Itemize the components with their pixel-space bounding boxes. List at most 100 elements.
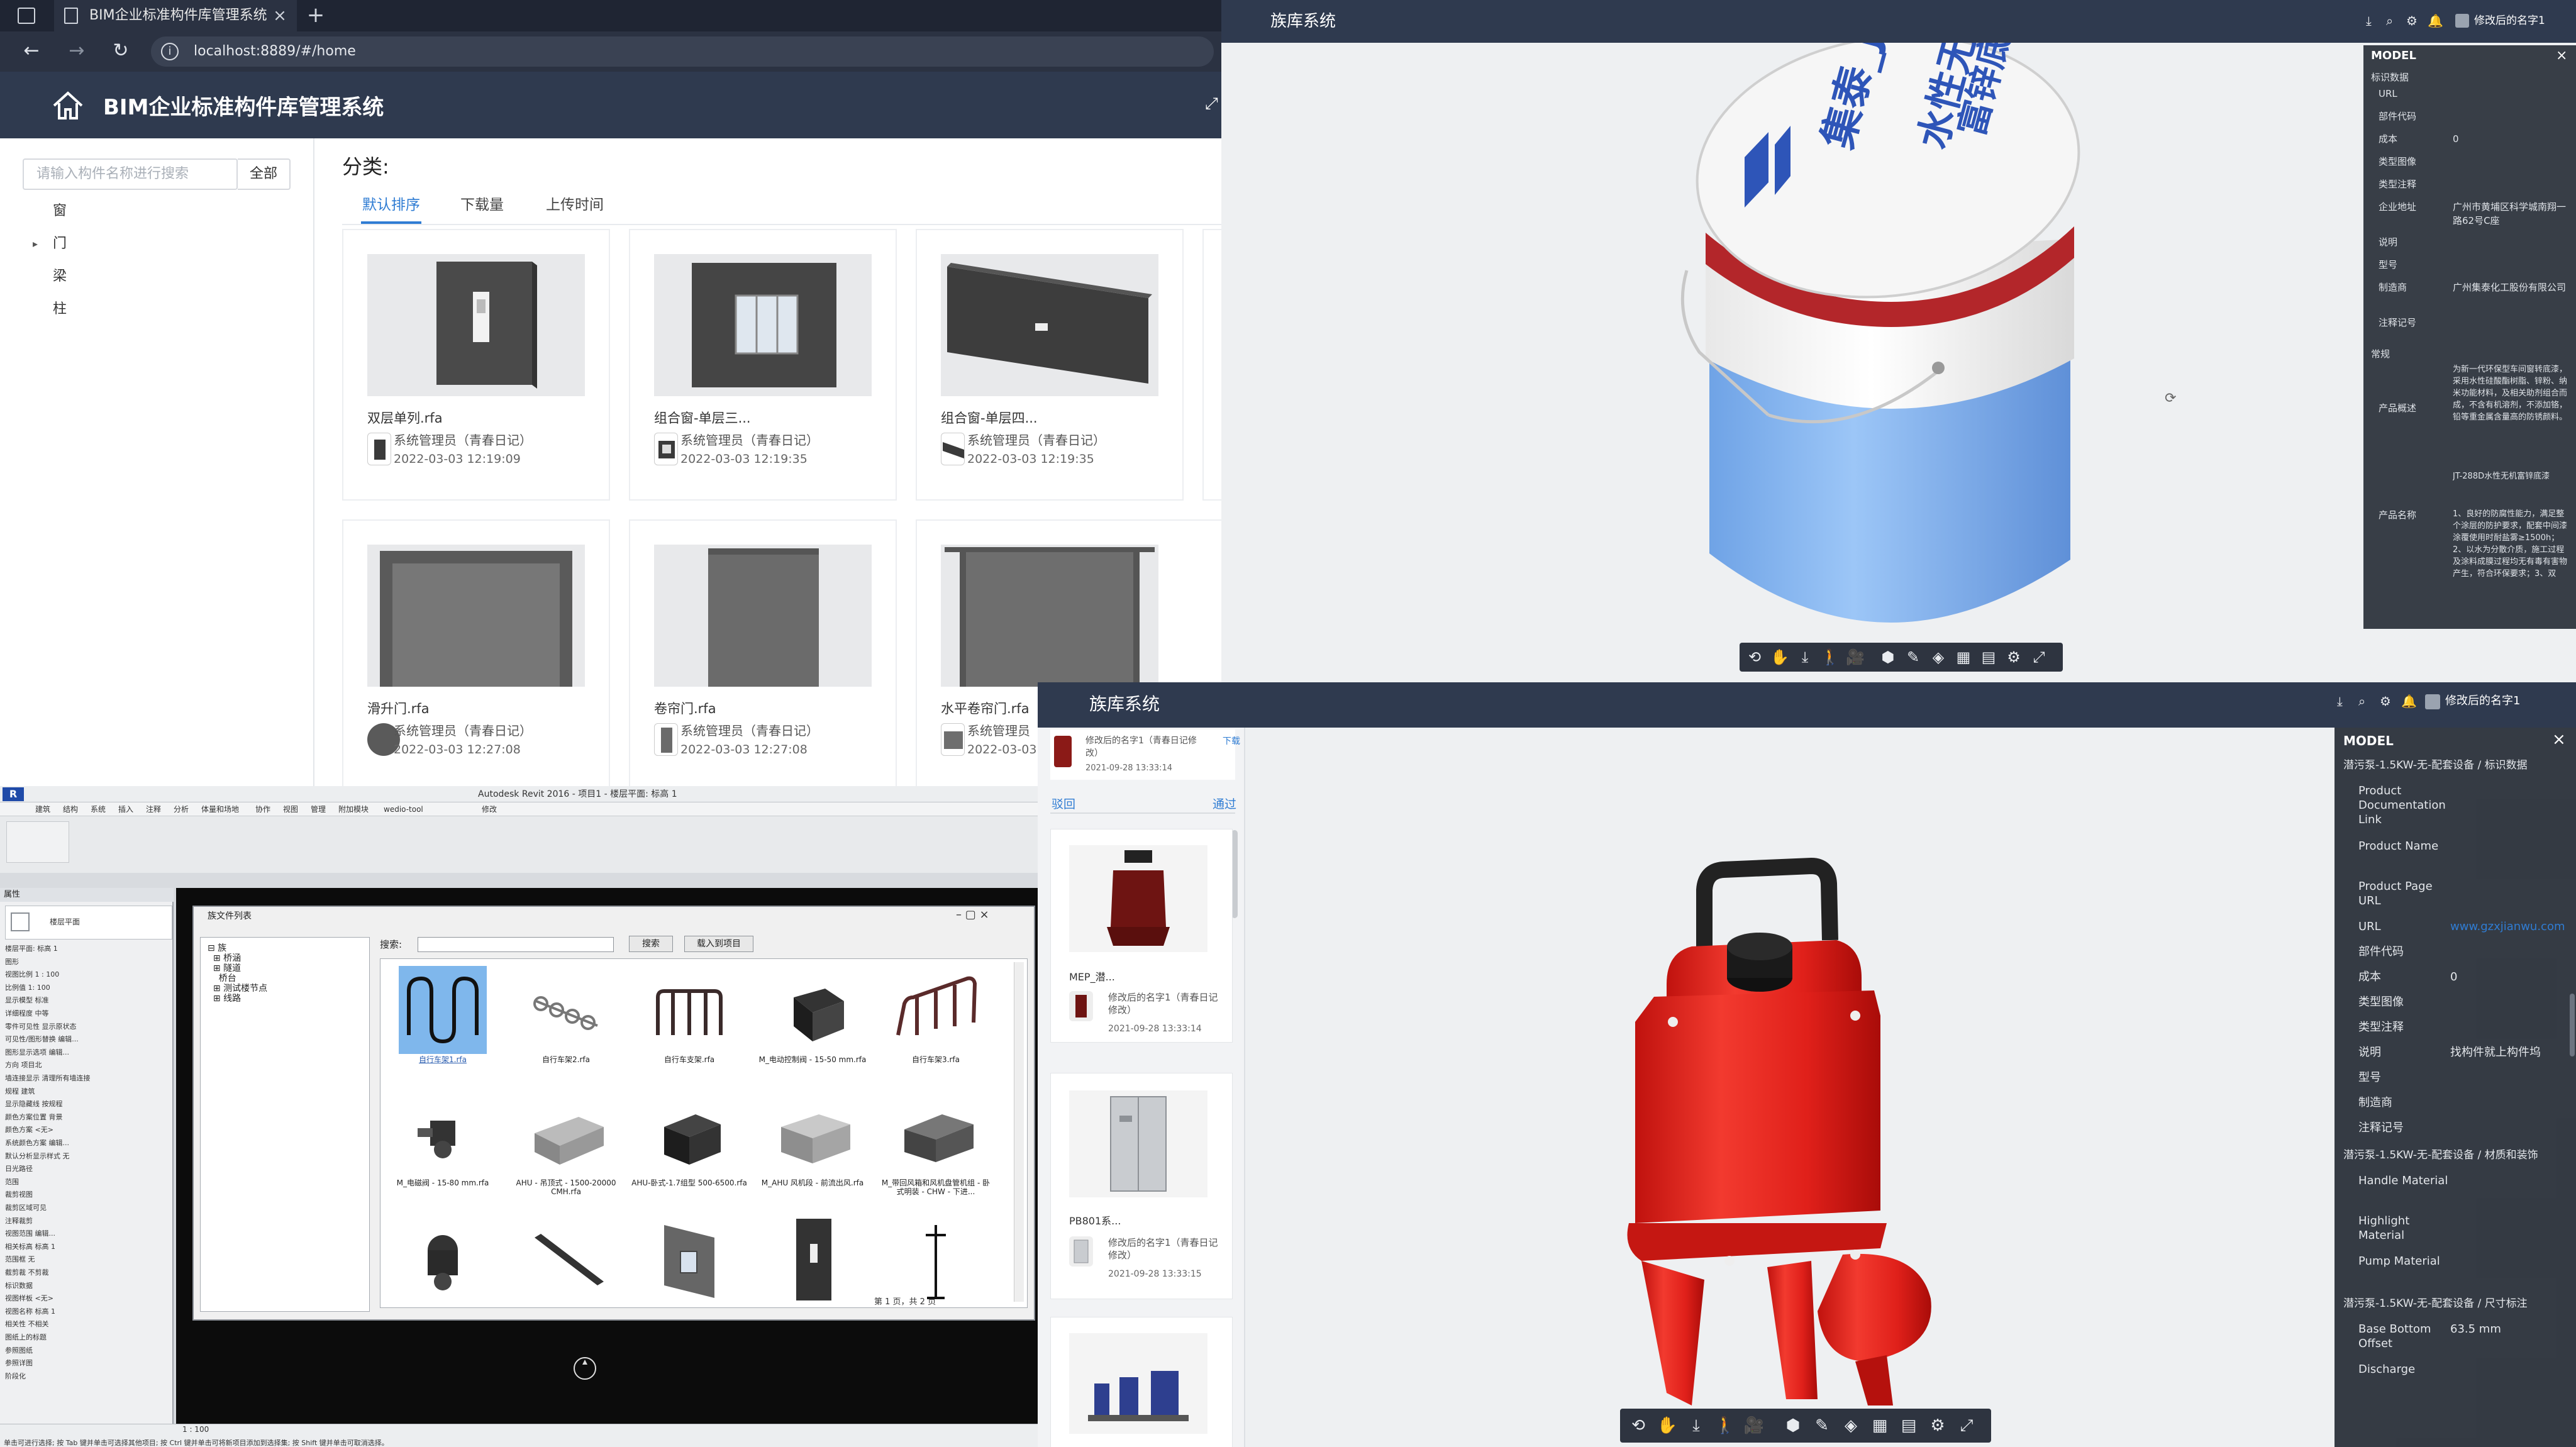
- property-row[interactable]: 系统颜色方案 编辑...: [5, 1138, 167, 1149]
- family-item[interactable]: AHU - 吊顶式 - 1500-20000 CMH.rfa: [508, 1085, 624, 1209]
- ribbon-tab[interactable]: wedio-tool: [384, 803, 423, 816]
- component-card[interactable]: 卷帘门.rfa 系统管理员（青春日记） 2022-03-03 12:27:08: [629, 519, 897, 791]
- camera-icon[interactable]: 🎥: [1741, 1411, 1767, 1440]
- download-icon[interactable]: ⤓: [2366, 11, 2372, 30]
- grid-scrollbar[interactable]: [1014, 962, 1024, 1302]
- expand-caret-icon[interactable]: ▸: [33, 238, 38, 250]
- tree-node[interactable]: 桥台: [208, 973, 236, 984]
- properties-icon[interactable]: ▤: [1896, 1411, 1922, 1440]
- download-link[interactable]: 下载: [1223, 735, 1240, 747]
- avatar[interactable]: [2425, 694, 2440, 709]
- bell-icon[interactable]: 🔔: [2401, 692, 2417, 711]
- explode-icon[interactable]: ⬢: [1877, 644, 1899, 670]
- property-row[interactable]: 截剪裁 不剪裁: [5, 1267, 167, 1278]
- family-item[interactable]: M_电动控制阀 - 15-50 mm.rfa: [755, 962, 870, 1085]
- ribbon-tab[interactable]: 视图: [283, 803, 298, 816]
- settings-icon[interactable]: ⚙: [1924, 1411, 1951, 1440]
- property-row[interactable]: 显示模型 标准: [5, 995, 167, 1006]
- ribbon-tab[interactable]: 分析: [174, 803, 189, 816]
- panel-scrollbar[interactable]: [2570, 994, 2575, 1056]
- property-row[interactable]: 参照详图: [5, 1358, 167, 1369]
- viewer-top-user[interactable]: 修改后的名字1: [2474, 11, 2545, 30]
- explode-icon[interactable]: ⬢: [1780, 1411, 1806, 1440]
- family-item[interactable]: 自行车架3.rfa: [878, 962, 994, 1085]
- orbit-icon[interactable]: ⟲: [1625, 1411, 1652, 1440]
- property-row[interactable]: 详细程度 中等: [5, 1008, 167, 1019]
- property-row[interactable]: 参照图纸: [5, 1345, 167, 1356]
- measure-icon[interactable]: ✎: [1902, 644, 1924, 670]
- property-row[interactable]: 裁剪区域可见: [5, 1202, 167, 1214]
- approve-link[interactable]: 通过: [1213, 795, 1236, 812]
- family-item[interactable]: 自行车架2.rfa: [508, 962, 624, 1085]
- property-row[interactable]: 可见性/图形替换 编辑...: [5, 1034, 167, 1045]
- browser-tab[interactable]: BIM企业标准构件库管理系统: [54, 0, 297, 31]
- ribbon-tab[interactable]: 插入: [118, 803, 133, 816]
- ribbon-tab[interactable]: 体量和场地: [201, 803, 239, 816]
- tree-item-column[interactable]: 柱: [53, 297, 67, 322]
- home-icon[interactable]: [50, 88, 86, 123]
- property-row[interactable]: 视图样板 <无>: [5, 1293, 167, 1304]
- ribbon-tab[interactable]: 附加模块: [338, 803, 369, 816]
- pan-icon[interactable]: ✋: [1654, 1411, 1680, 1440]
- ribbon-tab[interactable]: 管理: [311, 803, 326, 816]
- reload-icon[interactable]: ↻: [107, 35, 135, 67]
- dialog-search-input[interactable]: [418, 937, 614, 952]
- property-row[interactable]: 相关性 不相关: [5, 1319, 167, 1330]
- property-row[interactable]: 视图名称 标高 1: [5, 1306, 167, 1317]
- walk-icon[interactable]: 🚶: [1712, 1411, 1738, 1440]
- ribbon-tab[interactable]: 注释: [146, 803, 161, 816]
- ribbon-tool-button[interactable]: [6, 821, 69, 863]
- reject-link[interactable]: 驳回: [1052, 795, 1075, 812]
- tree-node[interactable]: ⊟ 族: [208, 943, 226, 953]
- ribbon-tab[interactable]: 建筑: [35, 803, 50, 816]
- tab-sort-downloads[interactable]: 下载量: [460, 191, 504, 219]
- tree-node[interactable]: ⊞ 线路: [208, 994, 241, 1004]
- tab-sort-default[interactable]: 默认排序: [362, 191, 420, 219]
- search-icon[interactable]: ⌕: [2358, 692, 2365, 711]
- tab-sort-upload-time[interactable]: 上传时间: [546, 191, 604, 219]
- property-row[interactable]: 方向 项目北: [5, 1060, 167, 1071]
- load-to-project-button[interactable]: 载入到项目: [684, 936, 753, 952]
- search-input[interactable]: 请输入构件名称进行搜索: [23, 158, 238, 190]
- section-header[interactable]: 标识数据: [2371, 70, 2409, 84]
- component-card[interactable]: 组合窗-单层四... 系统管理员（青春日记） 2022-03-03 12:19:…: [916, 229, 1184, 501]
- component-card[interactable]: 滑升门.rfa 系统管理员（青春日记） 2022-03-03 12:27:08: [342, 519, 610, 791]
- tree-node[interactable]: ⊞ 测试楼节点: [208, 984, 267, 994]
- settings-icon[interactable]: ⚙: [2380, 692, 2391, 711]
- property-row[interactable]: 墙连接显示 清理所有墙连接: [5, 1073, 167, 1084]
- component-card[interactable]: 双层单列.rfa 系统管理员（青春日记） 2022-03-03 12:19:09: [342, 229, 610, 501]
- property-row[interactable]: 图形显示选项 编辑...: [5, 1047, 167, 1058]
- property-row[interactable]: 视图比例 1 : 100: [5, 969, 167, 980]
- pan-icon[interactable]: ✋: [1768, 644, 1791, 670]
- tab-close-icon[interactable]: ×: [270, 0, 289, 31]
- back-icon[interactable]: ←: [18, 35, 45, 67]
- properties-icon[interactable]: ▤: [1977, 644, 2000, 670]
- settings-icon[interactable]: ⚙: [2002, 644, 2025, 670]
- family-item[interactable]: [385, 1209, 501, 1332]
- bell-icon[interactable]: 🔔: [2428, 11, 2443, 30]
- family-item[interactable]: M_带回风箱和风机盘管机组 - 卧式明装 - CHW - 下进...: [878, 1085, 994, 1209]
- family-item[interactable]: 自行车支架.rfa: [631, 962, 747, 1085]
- section-header[interactable]: 常规: [2371, 347, 2390, 361]
- property-row[interactable]: 视图范围 编辑...: [5, 1228, 167, 1239]
- section-header[interactable]: 潜污泵-1.5KW-无-配套设备 / 尺寸标注: [2343, 1297, 2528, 1311]
- ribbon-tab[interactable]: 系统: [91, 803, 106, 816]
- download-icon[interactable]: ⤓: [2337, 692, 2343, 711]
- family-item[interactable]: M_AHU 风机段 - 前流出风.rfa: [755, 1085, 870, 1209]
- section-header[interactable]: 潜污泵-1.5KW-无-配套设备 / 标识数据: [2343, 758, 2528, 773]
- settings-icon[interactable]: ⚙: [2406, 11, 2418, 30]
- property-row[interactable]: 标识数据: [5, 1280, 167, 1292]
- dialog-window-controls[interactable]: – ▢ ×: [956, 908, 989, 922]
- property-row[interactable]: 范围框 无: [5, 1254, 167, 1265]
- tree-node[interactable]: ⊞ 桥涵: [208, 953, 241, 963]
- fullscreen-icon[interactable]: ⤢: [1953, 1411, 1980, 1440]
- property-row[interactable]: 规程 建筑: [5, 1086, 167, 1097]
- section-icon[interactable]: ◈: [1838, 1411, 1864, 1440]
- property-row[interactable]: 日光路径: [5, 1163, 167, 1175]
- property-row[interactable]: 颜色方案位置 背景: [5, 1112, 167, 1123]
- property-row[interactable]: 颜色方案 <无>: [5, 1124, 167, 1136]
- search-all-button[interactable]: 全部: [238, 158, 291, 190]
- zoom-icon[interactable]: ⤓: [1794, 644, 1816, 670]
- section-icon[interactable]: ◈: [1927, 644, 1950, 670]
- family-item[interactable]: M_电磁阀 - 15-80 mm.rfa: [385, 1085, 501, 1209]
